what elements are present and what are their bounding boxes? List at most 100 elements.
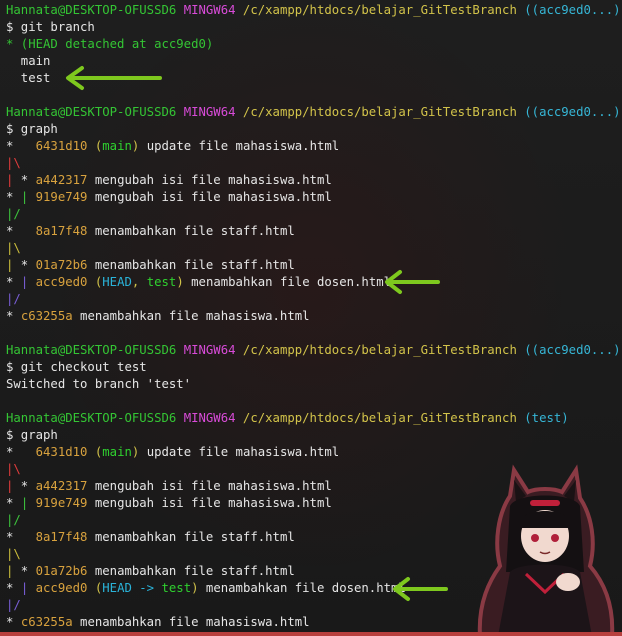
output-segment: |/	[6, 598, 21, 612]
output-segment: 01a72b6	[35, 258, 88, 272]
output-segment: |\	[6, 156, 21, 170]
output-segment: HEAD ->	[102, 581, 162, 595]
output-segment: 8a17f48	[35, 530, 88, 544]
output-segment: *	[13, 258, 36, 272]
output-line: | * a442317 mengubah isi file mahasiswa.…	[6, 172, 332, 189]
output-segment: 919e749	[35, 190, 88, 204]
output-segment	[28, 581, 35, 595]
prompt-user: Hannata@DESKTOP-OFUSSD6	[6, 3, 177, 17]
output-segment: 8a17f48	[35, 224, 88, 238]
output-line: test	[6, 70, 51, 87]
output-segment: *	[6, 190, 21, 204]
output-line: * 6431d10 (main) update file mahasiswa.h…	[6, 138, 339, 155]
output-segment: main	[102, 445, 132, 459]
output-segment: |/	[6, 207, 21, 221]
output-segment: |/	[6, 513, 21, 527]
output-segment: *	[13, 173, 36, 187]
output-segment: c63255a	[20, 615, 73, 629]
output-line: |\	[6, 461, 21, 478]
output-segment: menambahkan file mahasiswa.html	[72, 615, 310, 629]
output-segment	[28, 496, 35, 510]
prompt-branch: (test)	[524, 411, 569, 425]
output-line: |\	[6, 546, 21, 563]
output-segment: 6431d10	[35, 139, 88, 153]
prompt-system: MINGW64	[183, 3, 236, 17]
output-segment: 01a72b6	[35, 564, 88, 578]
command-line: $ git branch	[6, 20, 95, 34]
output-segment: menambahkan file staff.html	[87, 564, 295, 578]
output-segment: c63255a	[20, 309, 73, 323]
output-segment: Switched to branch 'test'	[6, 377, 192, 391]
output-segment: 919e749	[35, 496, 88, 510]
output-segment: mengubah isi file mahasiswa.html	[87, 190, 332, 204]
output-line: | * a442317 mengubah isi file mahasiswa.…	[6, 478, 332, 495]
output-line: |/	[6, 512, 21, 529]
output-line: * 8a17f48 menambahkan file staff.html	[6, 223, 295, 240]
annotation-arrow-icon	[385, 270, 440, 294]
output-segment	[28, 190, 35, 204]
output-segment: main	[102, 139, 132, 153]
output-segment: *	[13, 479, 36, 493]
output-segment: 6431d10	[35, 445, 88, 459]
output-line: | * 01a72b6 menambahkan file staff.html	[6, 563, 295, 580]
command-line: $ graph	[6, 428, 58, 442]
prompt-path: /c/xampp/htdocs/belajar_GitTestBranch	[242, 411, 517, 425]
prompt-branch: ((acc9ed0...))	[524, 105, 622, 119]
output-segment: *	[6, 530, 36, 544]
output-segment: *	[6, 309, 21, 323]
output-segment: a442317	[35, 479, 88, 493]
output-line: * | 919e749 mengubah isi file mahasiswa.…	[6, 495, 332, 512]
output-segment: a442317	[35, 173, 88, 187]
output-line: * 6431d10 (main) update file mahasiswa.h…	[6, 444, 339, 461]
output-segment: |\	[6, 462, 21, 476]
anime-mascot-sticker-icon	[477, 464, 615, 636]
output-segment: test	[161, 581, 192, 595]
output-line: |/	[6, 597, 21, 614]
output-segment: (	[87, 139, 103, 153]
shell-prompt: Hannata@DESKTOP-OFUSSD6 MINGW64 /c/xampp…	[6, 410, 569, 427]
output-segment: menambahkan file mahasiswa.html	[72, 309, 310, 323]
output-line: |/	[6, 206, 21, 223]
annotation-arrow-icon	[393, 577, 448, 601]
output-line: |\	[6, 240, 21, 257]
output-segment: (	[87, 581, 103, 595]
annotation-arrow-icon	[66, 66, 162, 90]
prompt-branch: ((acc9ed0...))	[524, 343, 622, 357]
output-line: | * 01a72b6 menambahkan file staff.html	[6, 257, 295, 274]
prompt-system: MINGW64	[183, 105, 236, 119]
output-segment: (	[87, 445, 103, 459]
prompt-path: /c/xampp/htdocs/belajar_GitTestBranch	[242, 343, 517, 357]
prompt-system: MINGW64	[183, 411, 236, 425]
output-line: * | acc9ed0 (HEAD -> test) menambahkan f…	[6, 580, 406, 597]
output-line: * (HEAD detached at acc9ed0)	[6, 36, 213, 53]
output-segment: HEAD	[102, 275, 132, 289]
output-segment: *	[6, 139, 36, 153]
output-segment: menambahkan file staff.html	[87, 224, 295, 238]
output-segment: acc9ed0	[35, 581, 88, 595]
output-line: |\	[6, 155, 21, 172]
output-segment	[28, 275, 35, 289]
output-segment: menambahkan file staff.html	[87, 530, 295, 544]
prompt-user: Hannata@DESKTOP-OFUSSD6	[6, 411, 177, 425]
output-segment: *	[6, 581, 21, 595]
shell-prompt: Hannata@DESKTOP-OFUSSD6 MINGW64 /c/xampp…	[6, 104, 622, 121]
prompt-user: Hannata@DESKTOP-OFUSSD6	[6, 105, 177, 119]
prompt-path: /c/xampp/htdocs/belajar_GitTestBranch	[242, 105, 517, 119]
prompt-system: MINGW64	[183, 343, 236, 357]
output-segment: update file mahasiswa.html	[139, 139, 340, 153]
output-segment: menambahkan file dosen.html	[198, 581, 406, 595]
output-segment: |/	[6, 292, 21, 306]
output-segment: *	[13, 564, 36, 578]
output-segment: ,	[131, 275, 147, 289]
output-segment: *	[6, 275, 21, 289]
output-segment: acc9ed0	[35, 275, 88, 289]
output-segment: *	[6, 496, 21, 510]
shell-prompt: Hannata@DESKTOP-OFUSSD6 MINGW64 /c/xampp…	[6, 2, 622, 19]
output-segment: menambahkan file staff.html	[87, 258, 295, 272]
prompt-path: /c/xampp/htdocs/belajar_GitTestBranch	[242, 3, 517, 17]
output-segment: * (HEAD detached at acc9ed0)	[6, 37, 214, 51]
output-segment: test	[6, 71, 51, 85]
output-segment: )	[191, 581, 199, 595]
output-segment: main	[6, 54, 51, 68]
output-segment: *	[6, 445, 36, 459]
